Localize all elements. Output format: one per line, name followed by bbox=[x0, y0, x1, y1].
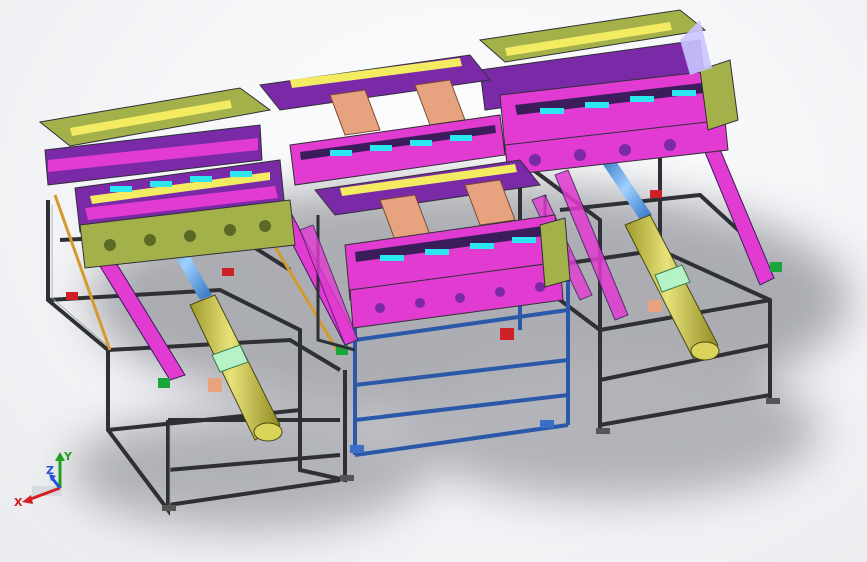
right-top-plate bbox=[478, 9, 739, 176]
3d-viewport[interactable]: Y Z X bbox=[0, 0, 867, 562]
cad-assembly-model[interactable] bbox=[0, 0, 867, 562]
center-back-plate bbox=[259, 54, 506, 186]
view-orientation-triad[interactable]: Y Z X bbox=[12, 448, 76, 512]
center-front-plate bbox=[314, 159, 571, 329]
z-axis-label: Z bbox=[46, 464, 54, 477]
x-axis-label: X bbox=[14, 496, 23, 509]
y-axis-label: Y bbox=[63, 450, 73, 463]
